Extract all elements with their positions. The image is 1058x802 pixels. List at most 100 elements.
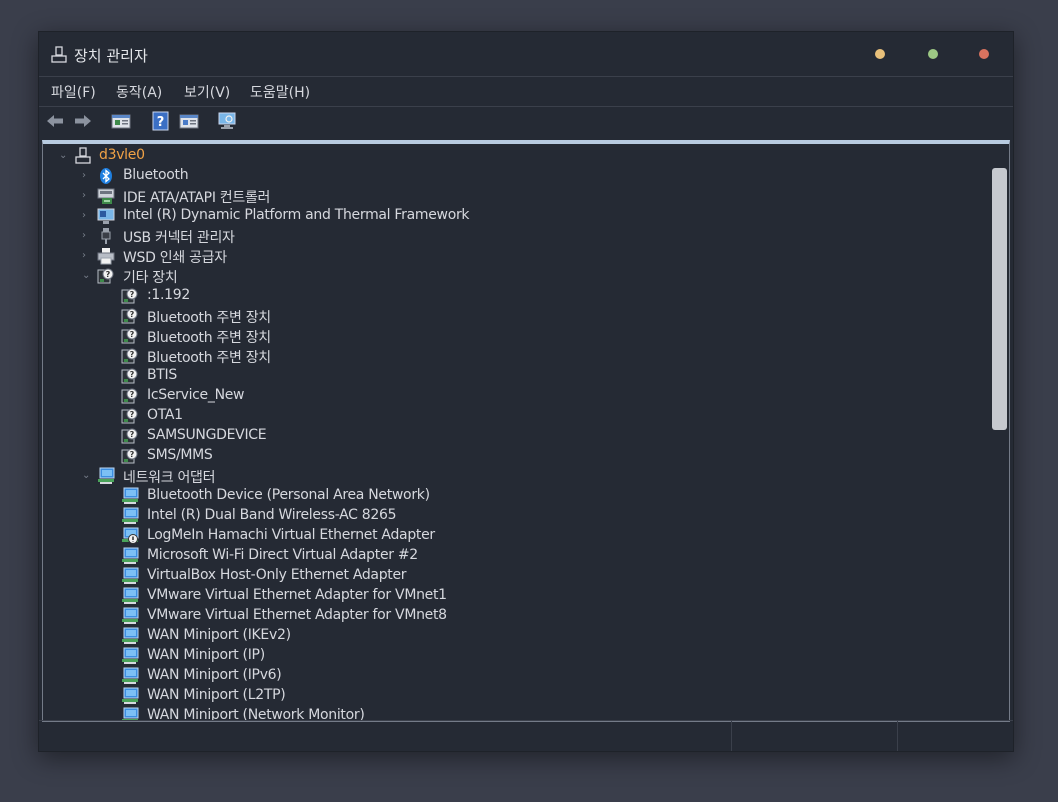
tree-category[interactable]: ⌄ 네트워크 어댑터 xyxy=(43,466,987,486)
network-adapter-icon xyxy=(121,507,139,525)
tree-device[interactable]: WAN Miniport (IP) xyxy=(43,646,987,666)
collapse-chevron-icon[interactable]: ⌄ xyxy=(82,470,92,482)
tree-device[interactable]: ? BTIS xyxy=(43,366,987,386)
tree-category[interactable]: › Intel (R) Dynamic Platform and Thermal … xyxy=(43,206,987,226)
network-adapter-icon xyxy=(121,587,139,605)
tree-item-label: VMware Virtual Ethernet Adapter for VMne… xyxy=(147,587,447,603)
tree-device[interactable]: VMware Virtual Ethernet Adapter for VMne… xyxy=(43,586,987,606)
expand-chevron-icon[interactable]: › xyxy=(82,190,92,202)
status-segment xyxy=(731,721,898,751)
bluetooth-icon xyxy=(97,167,115,185)
toolbar: ? xyxy=(39,106,1013,136)
system-device-icon xyxy=(97,207,115,225)
svg-text:?: ? xyxy=(130,290,135,299)
tree-device[interactable]: ? Bluetooth 주변 장치 xyxy=(43,306,987,326)
tree-device[interactable]: ? SMS/MMS xyxy=(43,446,987,466)
tree-item-label: IDE ATA/ATAPI 컨트롤러 xyxy=(123,190,271,206)
tree-device[interactable]: LogMeIn Hamachi Virtual Ethernet Adapter xyxy=(43,526,987,546)
tree-category[interactable]: ⌄? 기타 장치 xyxy=(43,266,987,286)
tree-item-label: Bluetooth 주변 장치 xyxy=(147,350,271,366)
window-title: 장치 관리자 xyxy=(74,47,148,65)
collapse-chevron-icon[interactable]: ⌄ xyxy=(59,150,69,162)
tree-item-label: d3vle0 xyxy=(99,147,145,163)
tree-device[interactable]: ? :1.192 xyxy=(43,286,987,306)
tree-category[interactable]: › USB 커넥터 관리자 xyxy=(43,226,987,246)
tree-device[interactable]: VMware Virtual Ethernet Adapter for VMne… xyxy=(43,606,987,626)
svg-text:?: ? xyxy=(130,410,135,419)
menu-file[interactable]: 파일(F) xyxy=(51,82,96,102)
unknown-device-icon: ? xyxy=(121,307,139,325)
network-adapter-icon xyxy=(121,607,139,625)
properties-icon[interactable] xyxy=(111,111,131,131)
tree-item-label: Bluetooth 주변 장치 xyxy=(147,310,271,326)
svg-text:?: ? xyxy=(106,270,111,279)
tree-item-label: BTIS xyxy=(147,367,177,383)
tree-item-label: WAN Miniport (IPv6) xyxy=(147,667,282,683)
expand-chevron-icon[interactable]: › xyxy=(82,230,92,242)
unknown-device-icon: ? xyxy=(121,287,139,305)
tree-item-label: Microsoft Wi-Fi Direct Virtual Adapter #… xyxy=(147,547,418,563)
menu-bar: 파일(F) 동작(A) 보기(V) 도움말(H) xyxy=(39,76,1013,107)
back-arrow-icon[interactable] xyxy=(45,111,65,131)
tree-item-label: VMware Virtual Ethernet Adapter for VMne… xyxy=(147,607,447,623)
svg-text:?: ? xyxy=(130,330,135,339)
unknown-device-icon: ? xyxy=(121,387,139,405)
usb-connector-icon xyxy=(97,227,115,245)
tree-device[interactable]: Microsoft Wi-Fi Direct Virtual Adapter #… xyxy=(43,546,987,566)
tree-device[interactable]: ? OTA1 xyxy=(43,406,987,426)
tree-device[interactable]: WAN Miniport (IPv6) xyxy=(43,666,987,686)
menu-view[interactable]: 보기(V) xyxy=(184,82,230,102)
vertical-scrollbar[interactable] xyxy=(990,144,1008,717)
svg-text:?: ? xyxy=(130,350,135,359)
network-adapter-icon xyxy=(121,627,139,645)
tree-item-label: :1.192 xyxy=(147,287,190,303)
tree-device[interactable]: ? Bluetooth 주변 장치 xyxy=(43,326,987,346)
tree-device[interactable]: ? IcService_New xyxy=(43,386,987,406)
tree-item-label: WSD 인쇄 공급자 xyxy=(123,250,227,266)
scan-hardware-icon[interactable] xyxy=(217,111,237,131)
expand-chevron-icon[interactable]: › xyxy=(82,170,92,182)
ide-controller-icon xyxy=(97,187,115,205)
menu-action[interactable]: 동작(A) xyxy=(116,82,162,102)
tree-device[interactable]: ? Bluetooth 주변 장치 xyxy=(43,346,987,366)
tree-device[interactable]: Intel (R) Dual Band Wireless-AC 8265 xyxy=(43,506,987,526)
menu-help[interactable]: 도움말(H) xyxy=(250,82,310,102)
svg-text:?: ? xyxy=(130,390,135,399)
title-bar[interactable]: 장치 관리자 xyxy=(39,32,1013,76)
device-tree[interactable]: ⌄ d3vle0 › Bluetooth › IDE ATA/ATAPI 컨트롤러 › Int… xyxy=(42,140,1010,722)
minimize-button[interactable] xyxy=(875,49,885,59)
unknown-device-icon: ? xyxy=(121,347,139,365)
svg-text:?: ? xyxy=(130,450,135,459)
tree-device[interactable]: Bluetooth Device (Personal Area Network) xyxy=(43,486,987,506)
network-adapter-icon xyxy=(121,547,139,565)
tree-category[interactable]: › WSD 인쇄 공급자 xyxy=(43,246,987,266)
tree-device[interactable]: WAN Miniport (IKEv2) xyxy=(43,626,987,646)
expand-chevron-icon[interactable]: › xyxy=(82,210,92,222)
scrollbar-thumb[interactable] xyxy=(992,168,1007,430)
update-driver-icon[interactable] xyxy=(179,111,199,131)
close-button[interactable] xyxy=(979,49,989,59)
tree-category[interactable]: › IDE ATA/ATAPI 컨트롤러 xyxy=(43,186,987,206)
tree-item-label: LogMeIn Hamachi Virtual Ethernet Adapter xyxy=(147,527,435,543)
printer-icon xyxy=(97,247,115,265)
maximize-button[interactable] xyxy=(928,49,938,59)
tree-item-label: Bluetooth Device (Personal Area Network) xyxy=(147,487,430,503)
tree-item-label: Bluetooth 주변 장치 xyxy=(147,330,271,346)
tree-device[interactable]: ? SAMSUNGDEVICE xyxy=(43,426,987,446)
collapse-chevron-icon[interactable]: ⌄ xyxy=(82,270,92,282)
network-adapter-icon xyxy=(121,667,139,685)
unknown-device-icon: ? xyxy=(121,407,139,425)
network-adapter-icon xyxy=(121,647,139,665)
forward-arrow-icon[interactable] xyxy=(73,111,93,131)
tree-category[interactable]: › Bluetooth xyxy=(43,166,987,186)
expand-chevron-icon[interactable]: › xyxy=(82,250,92,262)
tree-item-label: IcService_New xyxy=(147,387,245,403)
help-icon[interactable]: ? xyxy=(151,111,171,131)
tree-item-label: WAN Miniport (IKEv2) xyxy=(147,627,291,643)
tree-item-label: SMS/MMS xyxy=(147,447,213,463)
unknown-device-icon: ? xyxy=(97,267,115,285)
tree-root[interactable]: ⌄ d3vle0 xyxy=(43,146,987,166)
tree-device[interactable]: WAN Miniport (L2TP) xyxy=(43,686,987,706)
device-manager-window: 장치 관리자 파일(F) 동작(A) 보기(V) 도움말(H) ? ⌄ d3vl… xyxy=(38,31,1014,752)
tree-device[interactable]: VirtualBox Host-Only Ethernet Adapter xyxy=(43,566,987,586)
